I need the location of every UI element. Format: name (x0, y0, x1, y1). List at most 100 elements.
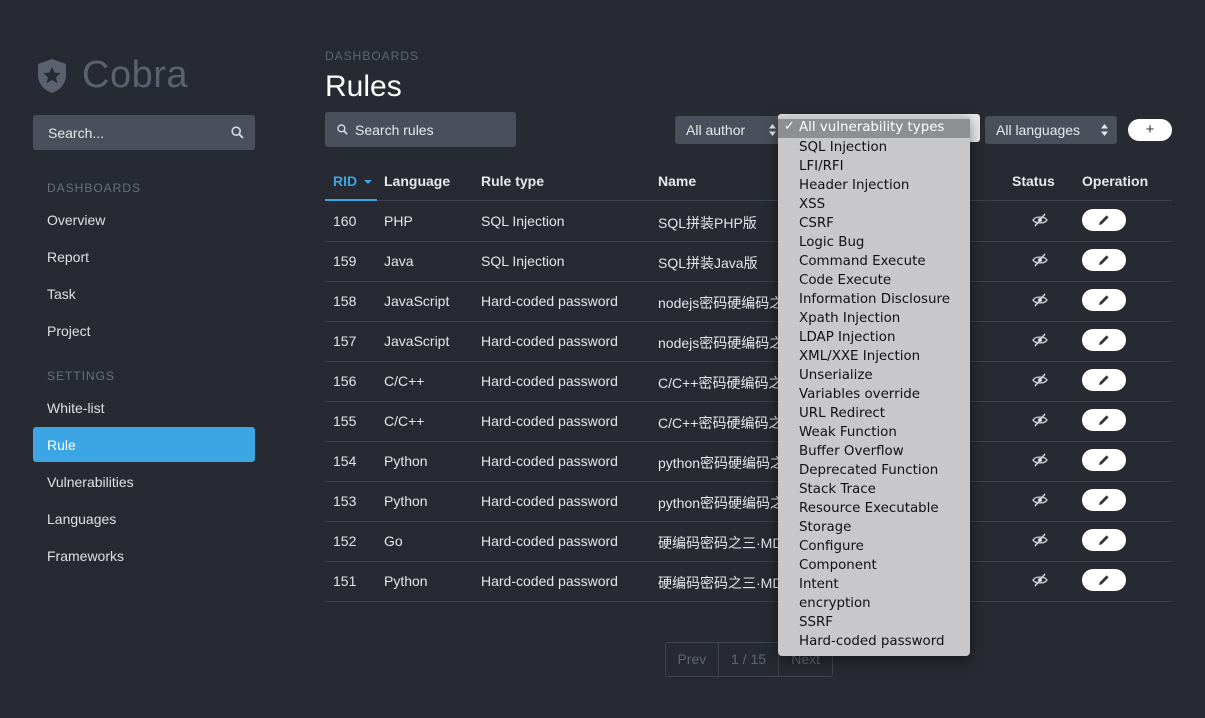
name-cell: C/C++密码硬编码之 (658, 415, 783, 431)
table-row: 154 Python Hard-coded password python密码硬编码之 (325, 441, 1172, 482)
status-hidden-icon[interactable] (1032, 573, 1048, 587)
name-cell: 硬编码密码之三·MD (658, 575, 783, 591)
author-select-label: All author (686, 122, 746, 138)
status-hidden-icon[interactable] (1032, 413, 1048, 427)
language-cell: C/C++ (384, 413, 425, 429)
dropdown-option[interactable]: Buffer Overflow (799, 444, 904, 459)
dropdown-option[interactable]: URL Redirect (799, 406, 885, 421)
dropdown-option[interactable]: Variables override (799, 387, 920, 402)
dropdown-option[interactable]: Component (799, 558, 877, 573)
rid-cell: 152 (333, 533, 357, 549)
edit-rule-button[interactable] (1082, 329, 1126, 351)
page-title: Rules (325, 70, 402, 103)
dropdown-option[interactable]: CSRF (799, 216, 834, 231)
shield-star-icon (38, 58, 66, 93)
dropdown-option[interactable]: LDAP Injection (799, 330, 895, 345)
edit-rule-button[interactable] (1082, 409, 1126, 431)
dropdown-option[interactable]: Command Execute (799, 254, 926, 269)
name-cell: C/C++密码硬编码之 (658, 375, 783, 391)
table-row: 160 PHP SQL Injection SQL拼装PHP版 (325, 201, 1172, 242)
table-row: 156 C/C++ Hard-coded password C/C++密码硬编码之 (325, 361, 1172, 402)
edit-rule-button[interactable] (1082, 209, 1126, 231)
column-header-rid[interactable]: RID (333, 173, 373, 189)
column-header-language: Language (384, 173, 451, 189)
dropdown-option[interactable]: Storage (799, 520, 851, 535)
sidebar-item-report[interactable]: Report (47, 249, 89, 265)
edit-rule-button[interactable] (1082, 489, 1126, 511)
prev-page-button[interactable]: Prev (666, 643, 719, 676)
status-hidden-icon[interactable] (1032, 333, 1048, 347)
dropdown-option[interactable]: Xpath Injection (799, 311, 900, 326)
dropdown-option[interactable]: XSS (799, 197, 825, 212)
status-hidden-icon[interactable] (1032, 373, 1048, 387)
status-hidden-icon[interactable] (1032, 293, 1048, 307)
sidebar-search-input[interactable] (33, 115, 255, 150)
dropdown-option[interactable]: Weak Function (799, 425, 897, 440)
dropdown-option[interactable]: Configure (799, 539, 864, 554)
pencil-icon (1099, 215, 1109, 225)
dropdown-option[interactable]: SSRF (799, 615, 833, 630)
search-icon (337, 124, 348, 135)
rule-type-cell: Hard-coded password (481, 373, 618, 389)
dropdown-option[interactable]: LFI/RFI (799, 159, 844, 174)
status-hidden-icon[interactable] (1032, 493, 1048, 507)
language-cell: JavaScript (384, 293, 450, 309)
name-cell: python密码硬编码之 (658, 455, 785, 471)
dropdown-option[interactable]: Logic Bug (799, 235, 864, 250)
dropdown-option[interactable]: XML/XXE Injection (799, 349, 920, 364)
rule-type-cell: Hard-coded password (481, 533, 618, 549)
status-hidden-icon[interactable] (1032, 453, 1048, 467)
sidebar-item-vulnerabilities[interactable]: Vulnerabilities (47, 474, 134, 490)
edit-rule-button[interactable] (1082, 369, 1126, 391)
language-cell: PHP (384, 213, 413, 229)
status-hidden-icon[interactable] (1032, 253, 1048, 267)
dropdown-option[interactable]: Resource Executable (799, 501, 939, 516)
name-cell: nodejs密码硬编码之 (658, 335, 784, 351)
dropdown-option[interactable]: Hard-coded password (799, 634, 945, 649)
rid-cell: 159 (333, 253, 357, 269)
edit-rule-button[interactable] (1082, 289, 1126, 311)
sidebar-item-project[interactable]: Project (47, 323, 91, 339)
status-hidden-icon[interactable] (1032, 213, 1048, 227)
dropdown-option[interactable]: Information Disclosure (799, 292, 950, 307)
dropdown-option[interactable]: Stack Trace (799, 482, 876, 497)
sidebar-item-white-list[interactable]: White-list (47, 400, 105, 416)
dropdown-option[interactable]: Code Execute (799, 273, 891, 288)
table-row: 157 JavaScript Hard-coded password nodejs密码… (325, 321, 1172, 362)
language-cell: JavaScript (384, 333, 450, 349)
sidebar-item-languages[interactable]: Languages (47, 511, 116, 527)
sidebar-search[interactable] (33, 115, 255, 150)
add-rule-button[interactable]: + (1128, 119, 1172, 141)
dropdown-option[interactable]: encryption (799, 596, 871, 611)
sidebar-item-rule[interactable]: Rule (33, 427, 255, 462)
edit-rule-button[interactable] (1082, 569, 1126, 591)
rule-type-cell: Hard-coded password (481, 413, 618, 429)
rule-type-cell: Hard-coded password (481, 293, 618, 309)
edit-rule-button[interactable] (1082, 249, 1126, 271)
sidebar-item-task[interactable]: Task (47, 286, 76, 302)
dropdown-option[interactable]: Deprecated Function (799, 463, 938, 478)
check-icon: ✓ (784, 119, 795, 134)
language-select-label: All languages (996, 122, 1081, 138)
dropdown-option-selected[interactable]: ✓ All vulnerability types (778, 119, 970, 138)
rid-cell: 153 (333, 493, 357, 509)
dropdown-option[interactable]: Intent (799, 577, 839, 592)
sidebar-item-frameworks[interactable]: Frameworks (47, 548, 124, 564)
dropdown-option[interactable]: Unserialize (799, 368, 873, 383)
rule-type-cell: Hard-coded password (481, 333, 618, 349)
edit-rule-button[interactable] (1082, 529, 1126, 551)
edit-rule-button[interactable] (1082, 449, 1126, 471)
rule-type-cell: Hard-coded password (481, 573, 618, 589)
table-row: 158 JavaScript Hard-coded password nodejs密码… (325, 281, 1172, 322)
app-name: Cobra (82, 54, 188, 96)
status-hidden-icon[interactable] (1032, 533, 1048, 547)
dropdown-option[interactable]: Header Injection (799, 178, 909, 193)
language-select[interactable]: All languages (985, 116, 1117, 144)
rule-search-input[interactable] (325, 112, 516, 147)
sidebar-item-overview[interactable]: Overview (47, 212, 105, 228)
rule-search[interactable] (325, 112, 516, 147)
language-cell: Python (384, 493, 428, 509)
dropdown-option[interactable]: SQL Injection (799, 140, 887, 155)
rid-cell: 155 (333, 413, 357, 429)
author-select[interactable]: All author (675, 116, 785, 144)
